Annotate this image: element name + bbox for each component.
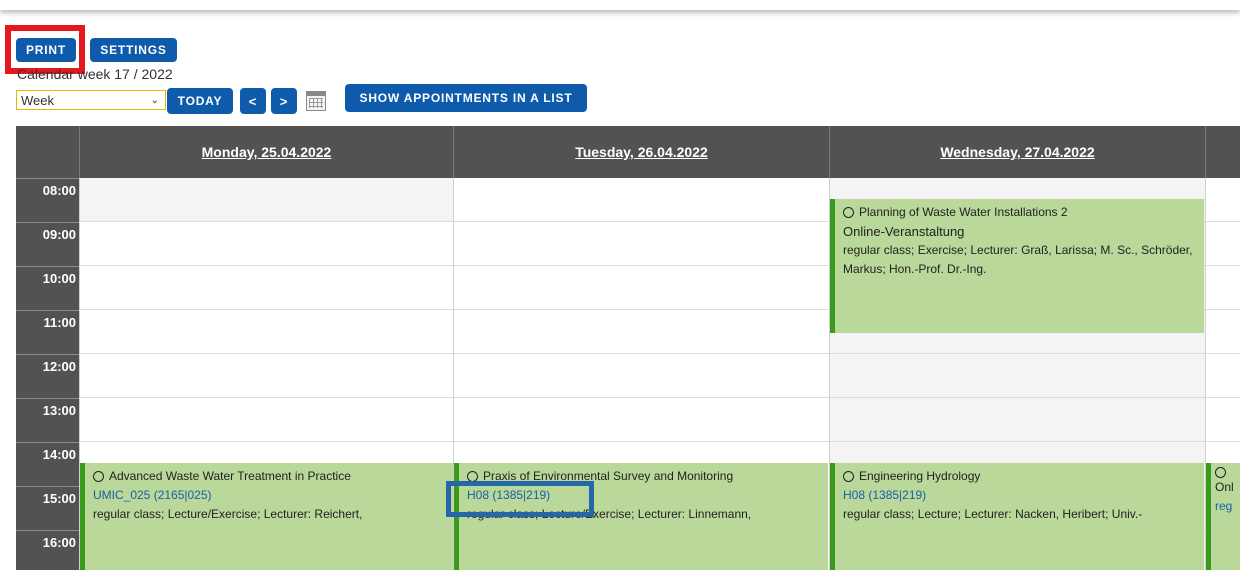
show-list-button[interactable]: SHOW APPOINTMENTS IN A LIST (345, 84, 587, 112)
day-header-monday[interactable]: Monday, 25.04.2022 (79, 126, 453, 178)
calendar-week-label: Calendar week 17 / 2022 (17, 66, 173, 82)
time-slot[interactable] (1206, 178, 1240, 222)
time-label: 13:00 (16, 398, 79, 442)
time-slot[interactable] (454, 354, 829, 398)
event-advanced-waste-water[interactable]: Advanced Waste Water Treatment in Practi… (80, 463, 453, 570)
check-circle-icon (843, 471, 854, 482)
event-description: regular class; Exercise; Lecturer: Graß,… (843, 243, 1193, 276)
event-description: regular class; Lecture/Exercise; Lecture… (93, 507, 363, 521)
event-title: Planning of Waste Water Installations 2 (859, 205, 1068, 219)
calendar-icon[interactable] (306, 91, 326, 111)
view-select-value: Week (21, 92, 54, 108)
week-calendar: Monday, 25.04.2022 Tuesday, 26.04.2022 W… (16, 126, 1240, 570)
time-slot[interactable] (454, 222, 829, 266)
time-label: 14:00 (16, 442, 79, 486)
time-slot[interactable] (1206, 222, 1240, 266)
event-thursday-partial[interactable]: Onl reg (1206, 463, 1240, 570)
day-header-thursday[interactable] (1205, 126, 1240, 178)
print-button[interactable]: PRINT (16, 38, 76, 62)
today-button[interactable]: TODAY (167, 88, 233, 114)
time-slot[interactable] (830, 398, 1205, 442)
info-circle-icon (467, 471, 478, 482)
time-slot[interactable] (80, 222, 453, 266)
time-label: 12:00 (16, 354, 79, 398)
time-label: 10:00 (16, 266, 79, 310)
time-slot[interactable] (454, 398, 829, 442)
time-slot[interactable] (1206, 266, 1240, 310)
view-select[interactable]: Week ⌄ (16, 90, 166, 110)
event-title: Engineering Hydrology (859, 469, 981, 483)
time-slot[interactable] (1206, 310, 1240, 354)
settings-button[interactable]: SETTINGS (90, 38, 177, 62)
time-slot[interactable] (80, 398, 453, 442)
time-slot[interactable] (1206, 398, 1240, 442)
event-praxis-environmental[interactable]: Praxis of Environmental Survey and Monit… (454, 463, 828, 570)
time-label: 09:00 (16, 222, 79, 266)
chevron-down-icon: ⌄ (150, 94, 159, 106)
time-label: 11:00 (16, 310, 79, 354)
event-planning-waste-water[interactable]: Planning of Waste Water Installations 2 … (830, 199, 1204, 333)
event-room-link[interactable]: H08 (1385|219) (843, 486, 1198, 505)
top-bar (0, 0, 1240, 10)
time-slot[interactable] (454, 178, 829, 222)
event-description: regular class; Lecture/Exercise; Lecture… (467, 507, 752, 521)
time-slot[interactable] (454, 266, 829, 310)
calendar-corner (16, 126, 79, 178)
time-slot[interactable] (80, 266, 453, 310)
time-slot[interactable] (830, 354, 1205, 398)
day-header-tuesday[interactable]: Tuesday, 26.04.2022 (453, 126, 829, 178)
time-label: 08:00 (16, 178, 79, 222)
event-room-link[interactable]: H08 (1385|219) (467, 486, 822, 505)
event-room: Onl (1215, 480, 1234, 494)
event-room: Online-Veranstaltung (843, 224, 965, 239)
event-description: reg (1215, 499, 1233, 513)
time-column: 08:00 09:00 10:00 11:00 12:00 13:00 14:0… (16, 178, 79, 570)
time-slot[interactable] (80, 178, 453, 222)
event-engineering-hydrology[interactable]: Engineering Hydrology H08 (1385|219) reg… (830, 463, 1204, 570)
event-description: regular class; Lecture; Lecturer: Nacken… (843, 507, 1143, 521)
time-slot[interactable] (80, 310, 453, 354)
day-header-wednesday[interactable]: Wednesday, 27.04.2022 (829, 126, 1205, 178)
previous-week-button[interactable]: < (240, 88, 266, 114)
clock-icon (1215, 467, 1226, 478)
time-slot[interactable] (454, 310, 829, 354)
time-slot[interactable] (80, 354, 453, 398)
time-label: 15:00 (16, 486, 79, 530)
check-circle-icon (843, 207, 854, 218)
event-room-link[interactable]: UMIC_025 (2165|025) (93, 486, 447, 505)
time-label: 16:00 (16, 530, 79, 570)
check-circle-icon (93, 471, 104, 482)
time-slot[interactable] (1206, 354, 1240, 398)
event-title: Praxis of Environmental Survey and Monit… (483, 469, 734, 483)
next-week-button[interactable]: > (271, 88, 297, 114)
event-title: Advanced Waste Water Treatment in Practi… (109, 469, 351, 483)
